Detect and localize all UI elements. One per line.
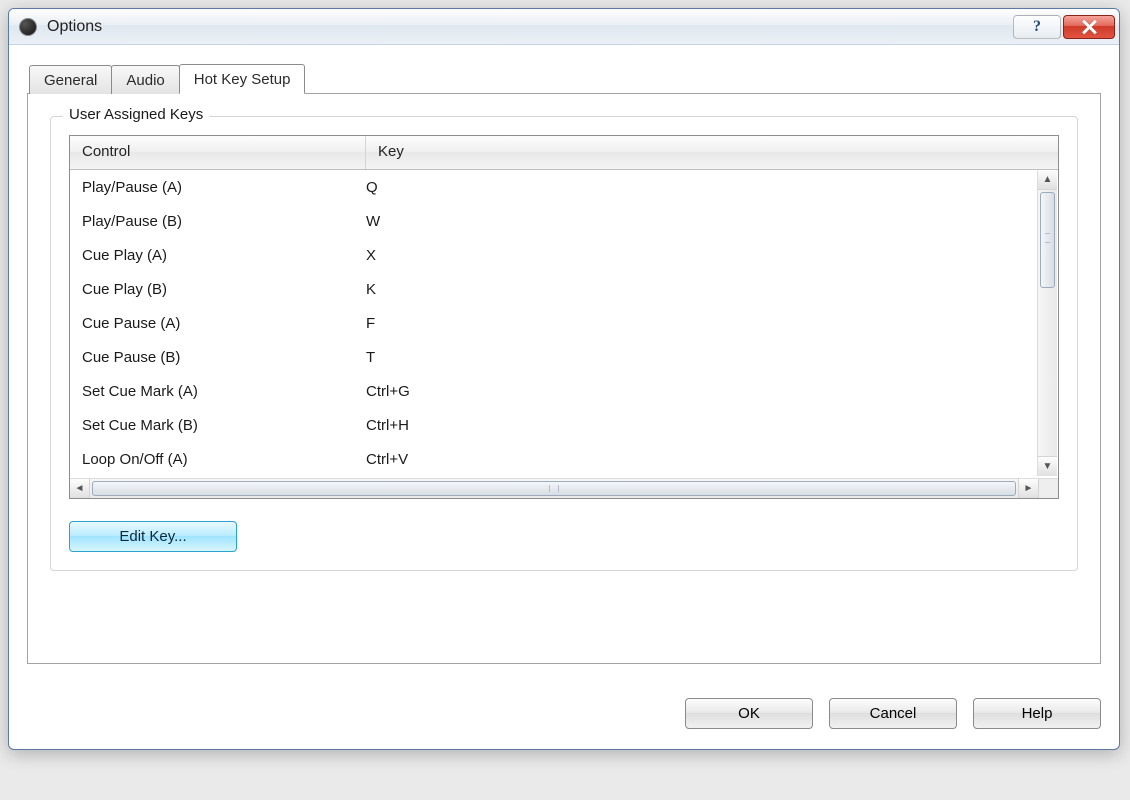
table-row[interactable]: Cue Pause (A) F	[70, 306, 1036, 340]
cell-key: Q	[366, 179, 1036, 196]
cell-key: Ctrl+V	[366, 451, 1036, 468]
table-row[interactable]: Set Cue Mark (B) Ctrl+H	[70, 408, 1036, 442]
tabstrip: General Audio Hot Key Setup	[27, 63, 1101, 94]
cancel-button[interactable]: Cancel	[829, 698, 957, 729]
cell-key: Ctrl+G	[366, 383, 1036, 400]
horizontal-scrollbar[interactable]: ◄ ►	[70, 478, 1058, 498]
close-icon	[1081, 19, 1097, 35]
column-control[interactable]: Control	[70, 136, 366, 169]
cell-key: F	[366, 315, 1036, 332]
close-button[interactable]	[1063, 15, 1115, 39]
titlebar[interactable]: Options ?	[9, 9, 1119, 45]
options-dialog: Options ? General Audio Hot Key Setup Us…	[8, 8, 1120, 750]
tabpage-hotkey-setup: User Assigned Keys Control Key Play/Paus…	[27, 94, 1101, 664]
cell-control: Play/Pause (A)	[70, 179, 366, 196]
table-row[interactable]: Play/Pause (B) W	[70, 204, 1036, 238]
column-key[interactable]: Key	[366, 136, 1058, 169]
help-titlebar-button[interactable]: ?	[1013, 15, 1061, 39]
vertical-scrollbar[interactable]: ▲ ▼	[1037, 170, 1057, 476]
hotkey-listview[interactable]: Control Key Play/Pause (A) Q Play/Pause …	[69, 135, 1059, 499]
cell-control: Cue Play (B)	[70, 281, 366, 298]
help-button[interactable]: Help	[973, 698, 1101, 729]
scroll-left-arrow-icon[interactable]: ◄	[70, 479, 90, 498]
tab-audio[interactable]: Audio	[111, 65, 179, 94]
table-row[interactable]: Cue Play (A) X	[70, 238, 1036, 272]
table-row[interactable]: Play/Pause (A) Q	[70, 170, 1036, 204]
groupbox-legend: User Assigned Keys	[63, 106, 209, 123]
cell-control: Set Cue Mark (A)	[70, 383, 366, 400]
cell-key: X	[366, 247, 1036, 264]
ok-button[interactable]: OK	[685, 698, 813, 729]
cell-control: Cue Play (A)	[70, 247, 366, 264]
cell-control: Cue Pause (B)	[70, 349, 366, 366]
scroll-up-arrow-icon[interactable]: ▲	[1038, 170, 1057, 190]
cell-control: Cue Pause (A)	[70, 315, 366, 332]
scroll-down-arrow-icon[interactable]: ▼	[1038, 456, 1057, 476]
question-icon: ?	[1033, 18, 1041, 36]
table-row[interactable]: Cue Pause (B) T	[70, 340, 1036, 374]
scrollbar-corner	[1038, 479, 1058, 498]
vertical-scroll-thumb[interactable]	[1040, 192, 1055, 288]
app-icon	[19, 18, 37, 36]
cell-control: Play/Pause (B)	[70, 213, 366, 230]
table-row[interactable]: Cue Play (B) K	[70, 272, 1036, 306]
listview-header: Control Key	[70, 136, 1058, 170]
cell-key: T	[366, 349, 1036, 366]
table-row[interactable]: Loop On/Off (A) Ctrl+V	[70, 442, 1036, 476]
user-assigned-keys-group: User Assigned Keys Control Key Play/Paus…	[50, 116, 1078, 571]
tab-general[interactable]: General	[29, 65, 112, 94]
tab-hotkey-setup[interactable]: Hot Key Setup	[179, 64, 306, 94]
client-area: General Audio Hot Key Setup User Assigne…	[9, 45, 1119, 680]
dialog-footer: OK Cancel Help	[9, 680, 1119, 749]
cell-key: Ctrl+H	[366, 417, 1036, 434]
cell-key: W	[366, 213, 1036, 230]
table-row[interactable]: Set Cue Mark (A) Ctrl+G	[70, 374, 1036, 408]
listview-body[interactable]: Play/Pause (A) Q Play/Pause (B) W Cue Pl…	[70, 170, 1058, 478]
scroll-right-arrow-icon[interactable]: ►	[1018, 479, 1038, 498]
cell-key: K	[366, 281, 1036, 298]
window-title: Options	[47, 18, 102, 36]
edit-key-button[interactable]: Edit Key...	[69, 521, 237, 552]
cell-control: Loop On/Off (A)	[70, 451, 366, 468]
cell-control: Set Cue Mark (B)	[70, 417, 366, 434]
horizontal-scroll-thumb[interactable]	[92, 481, 1016, 496]
